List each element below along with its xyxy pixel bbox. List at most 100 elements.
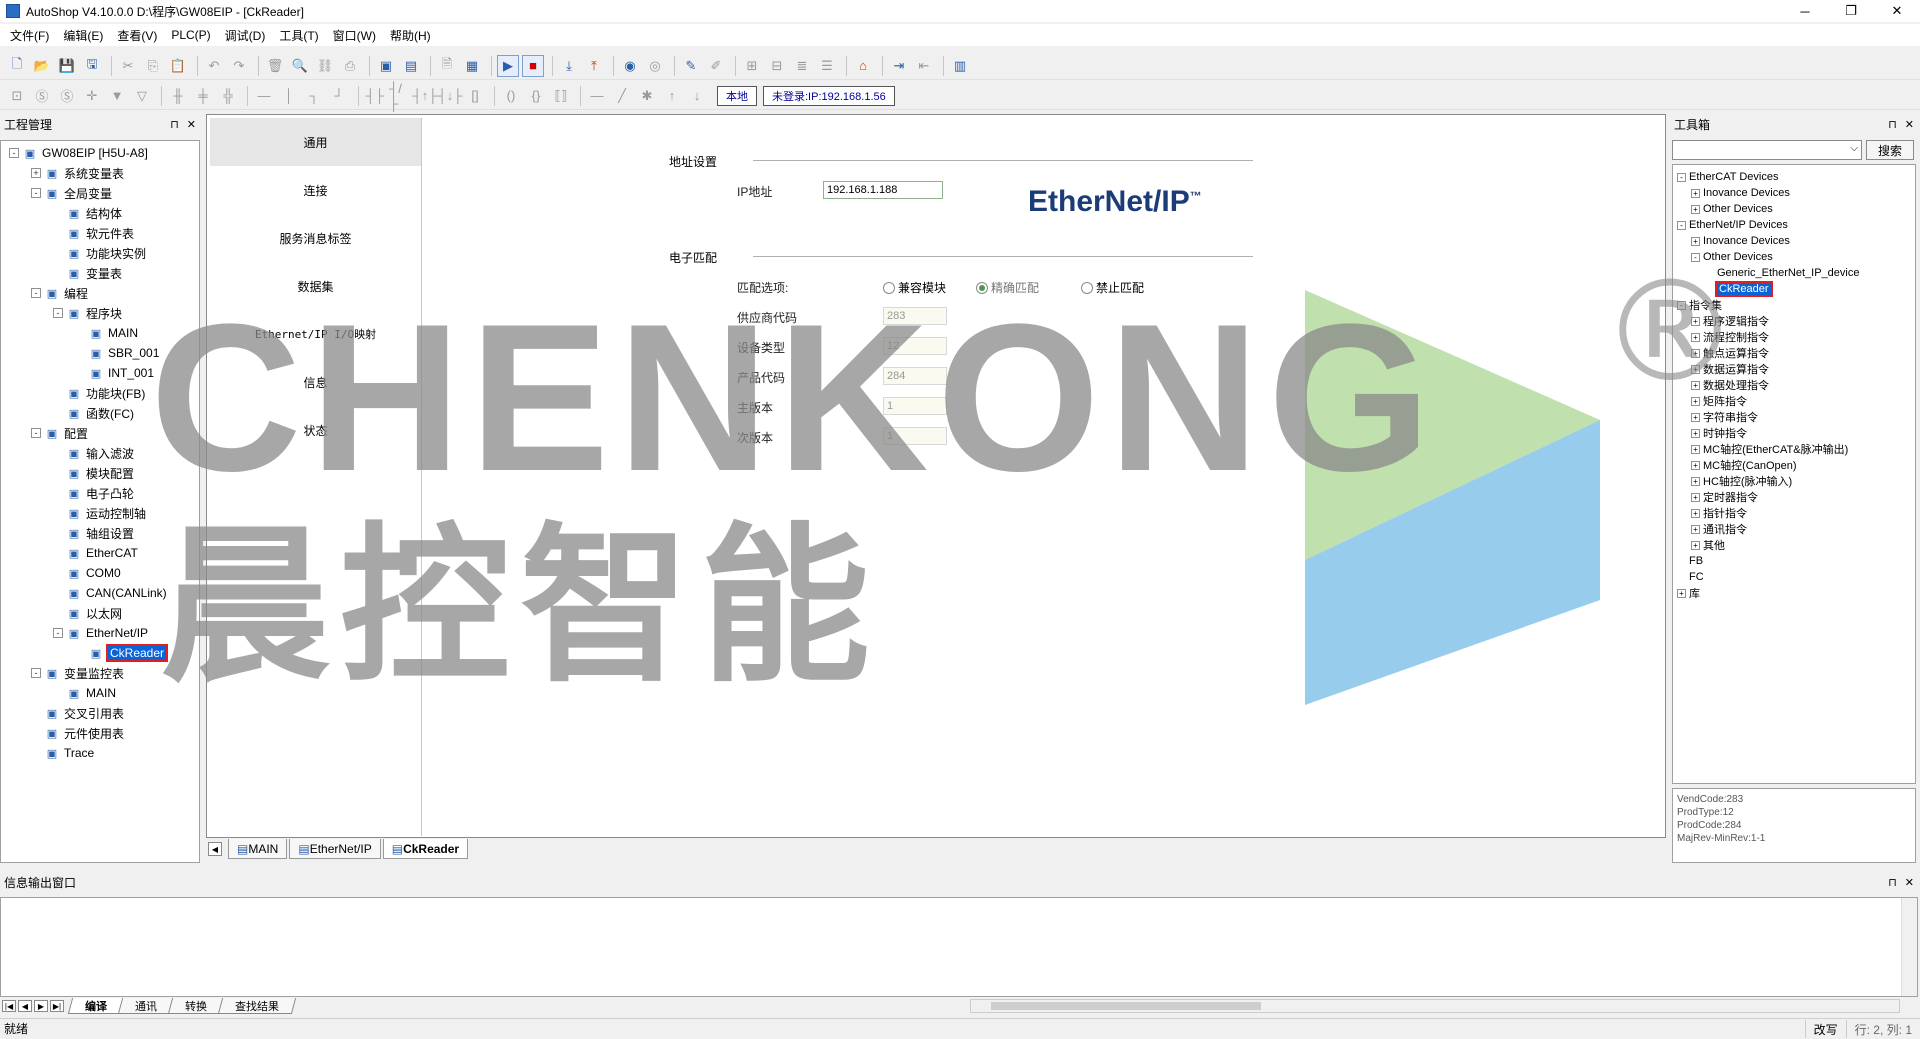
expand-icon[interactable]: +	[1691, 236, 1700, 246]
tab-scroll-left-icon[interactable]: ◀	[208, 842, 222, 856]
toolbox-node[interactable]: + 其他	[1677, 537, 1915, 553]
tree-node[interactable]: ▣ 变量表	[9, 263, 199, 283]
window2-icon[interactable]: ▤	[400, 55, 422, 77]
vendor-input[interactable]: 283	[883, 307, 947, 325]
minor-input[interactable]: 1	[883, 427, 947, 445]
radio-compatible-circle[interactable]	[883, 281, 895, 294]
ladder-tool-17-icon[interactable]: ┤↓├	[438, 85, 463, 107]
find-icon[interactable]: 🔍	[289, 55, 311, 77]
ladder-tool-4-icon[interactable]: ✛	[81, 85, 103, 107]
upload-icon[interactable]: ⤒	[583, 55, 605, 77]
menu-item-4[interactable]: 调试(D)	[225, 27, 266, 44]
ladder-tool-25-icon[interactable]: ↑	[661, 85, 683, 107]
toolbox-node[interactable]: - Other Devices	[1677, 249, 1915, 265]
collapse-icon[interactable]: -	[31, 428, 41, 438]
cut-icon[interactable]: ✂	[117, 55, 139, 77]
toolbox-node[interactable]: + 指针指令	[1677, 505, 1915, 521]
toolbox-node[interactable]: Generic_EtherNet_IP_device	[1677, 265, 1915, 281]
save-icon[interactable]: 💾	[56, 55, 78, 77]
close-icon[interactable]: ✕	[1874, 0, 1920, 22]
expand-icon[interactable]: +	[1691, 364, 1700, 374]
expand-icon[interactable]: +	[1691, 524, 1700, 534]
output-tab[interactable]: 通讯	[117, 998, 175, 1014]
grid-icon[interactable]: ⊞	[741, 55, 763, 77]
major-input[interactable]: 1	[883, 397, 947, 415]
tree-node[interactable]: ▣ MAIN	[9, 683, 199, 703]
ladder-tool-24-icon[interactable]: ✱	[636, 85, 658, 107]
toolbox-search-button[interactable]: 搜索	[1866, 140, 1914, 160]
menu-item-7[interactable]: 帮助(H)	[390, 27, 431, 44]
plc-icon[interactable]: ⌂	[852, 55, 874, 77]
save-all-icon[interactable]: 🖫	[81, 55, 103, 77]
toolbox-node[interactable]: + 字符串指令	[1677, 409, 1915, 425]
toolbox-node[interactable]: + 数据处理指令	[1677, 377, 1915, 393]
first-icon[interactable]: |◀	[2, 1000, 16, 1012]
tree-node[interactable]: - ▣ 程序块	[9, 303, 199, 323]
expand-icon[interactable]: +	[1691, 380, 1700, 390]
ladder-tool-22-icon[interactable]: —	[586, 85, 608, 107]
tree-node[interactable]: + ▣ 系统变量表	[9, 163, 199, 183]
toolbox-node[interactable]: + 矩阵指令	[1677, 393, 1915, 409]
paste-icon[interactable]: 📋	[167, 55, 189, 77]
radio-exact-circle[interactable]	[976, 281, 988, 294]
expand-icon[interactable]: +	[1691, 476, 1700, 486]
prodcode-input[interactable]: 284	[883, 367, 947, 385]
tree-node[interactable]: ▣ CAN(CANLink)	[9, 583, 199, 603]
collapse-icon[interactable]: -	[1691, 252, 1700, 262]
toolbox-node[interactable]: + 定时器指令	[1677, 489, 1915, 505]
toolbox-node[interactable]: + Other Devices	[1677, 201, 1915, 217]
toolbox-node[interactable]: + 数据运算指令	[1677, 361, 1915, 377]
expand-icon[interactable]: +	[1691, 396, 1700, 406]
edit-icon[interactable]: ✎	[680, 55, 702, 77]
ladder-tool-13-icon[interactable]: ┘	[328, 85, 350, 107]
expand-icon[interactable]: +	[1691, 460, 1700, 470]
last-icon[interactable]: ▶|	[50, 1000, 64, 1012]
redo-icon[interactable]: ↷	[228, 55, 250, 77]
toolbox-close-icon[interactable]: ✕	[1905, 118, 1914, 131]
ladder-tool-7-icon[interactable]: ╫	[167, 85, 189, 107]
edit2-icon[interactable]: ✐	[705, 55, 727, 77]
ladder-tool-21-icon[interactable]: ⟦⟧	[550, 85, 572, 107]
ladder-tool-15-icon[interactable]: ┤/├	[389, 81, 411, 111]
print-icon[interactable]: ⎙	[339, 55, 361, 77]
toolbox-node[interactable]: + HC轴控(脉冲输入)	[1677, 473, 1915, 489]
ladder-tool-20-icon[interactable]: {}	[525, 85, 547, 107]
tree-node[interactable]: ▣ 功能块(FB)	[9, 383, 199, 403]
maximize-icon[interactable]: ❐	[1828, 0, 1874, 22]
nav-item[interactable]: 连接	[210, 166, 421, 214]
output-window[interactable]	[0, 897, 1918, 997]
login-status-button[interactable]: 未登录:IP:192.168.1.56	[763, 85, 895, 106]
tree-node[interactable]: - ▣ 全局变量	[9, 183, 199, 203]
ladder-tool-14-icon[interactable]: ┤├	[364, 85, 386, 107]
window-icon[interactable]: ▣	[375, 55, 397, 77]
menu-item-2[interactable]: 查看(V)	[117, 27, 157, 44]
output-tab[interactable]: 转换	[167, 998, 225, 1014]
ladder-tool-6-icon[interactable]: ▽	[131, 85, 153, 107]
editor-tab[interactable]: ▤ EtherNet/IP	[289, 839, 381, 859]
collapse-icon[interactable]: -	[1677, 172, 1686, 182]
toolbox-node[interactable]: + Inovance Devices	[1677, 233, 1915, 249]
toolbox-node[interactable]: + 程序逻辑指令	[1677, 313, 1915, 329]
collapse-icon[interactable]: -	[1677, 220, 1686, 230]
toolbox-node[interactable]: + 触点运算指令	[1677, 345, 1915, 361]
ladder-tool-10-icon[interactable]: —	[253, 85, 275, 107]
ladder-tool-8-icon[interactable]: ╪	[192, 85, 214, 107]
collapse-icon[interactable]: -	[31, 668, 41, 678]
tree-node[interactable]: ▣ 结构体	[9, 203, 199, 223]
tree-node[interactable]: - ▣ GW08EIP [H5U-A8]	[9, 143, 199, 163]
tree-node[interactable]: ▣ 元件使用表	[9, 723, 199, 743]
editor-tab[interactable]: ▤ MAIN	[228, 839, 288, 859]
tree-node[interactable]: ▣ 输入滤波	[9, 443, 199, 463]
collapse-icon[interactable]: -	[53, 308, 63, 318]
radio-compatible[interactable]: 兼容模块	[883, 279, 946, 296]
tree-node[interactable]: ▣ 以太网	[9, 603, 199, 623]
expand-icon[interactable]: +	[1691, 204, 1700, 214]
menu-item-6[interactable]: 窗口(W)	[333, 27, 376, 44]
output-close-icon[interactable]: ✕	[1905, 876, 1914, 889]
collapse-icon[interactable]: -	[9, 148, 19, 158]
expand-icon[interactable]: +	[1691, 332, 1700, 342]
toolbox-node[interactable]: - 指令集	[1677, 297, 1915, 313]
delete-icon[interactable]: 🗑	[264, 55, 286, 77]
run-icon[interactable]: ▶	[497, 54, 519, 77]
nav-item[interactable]: 通用	[210, 118, 421, 166]
